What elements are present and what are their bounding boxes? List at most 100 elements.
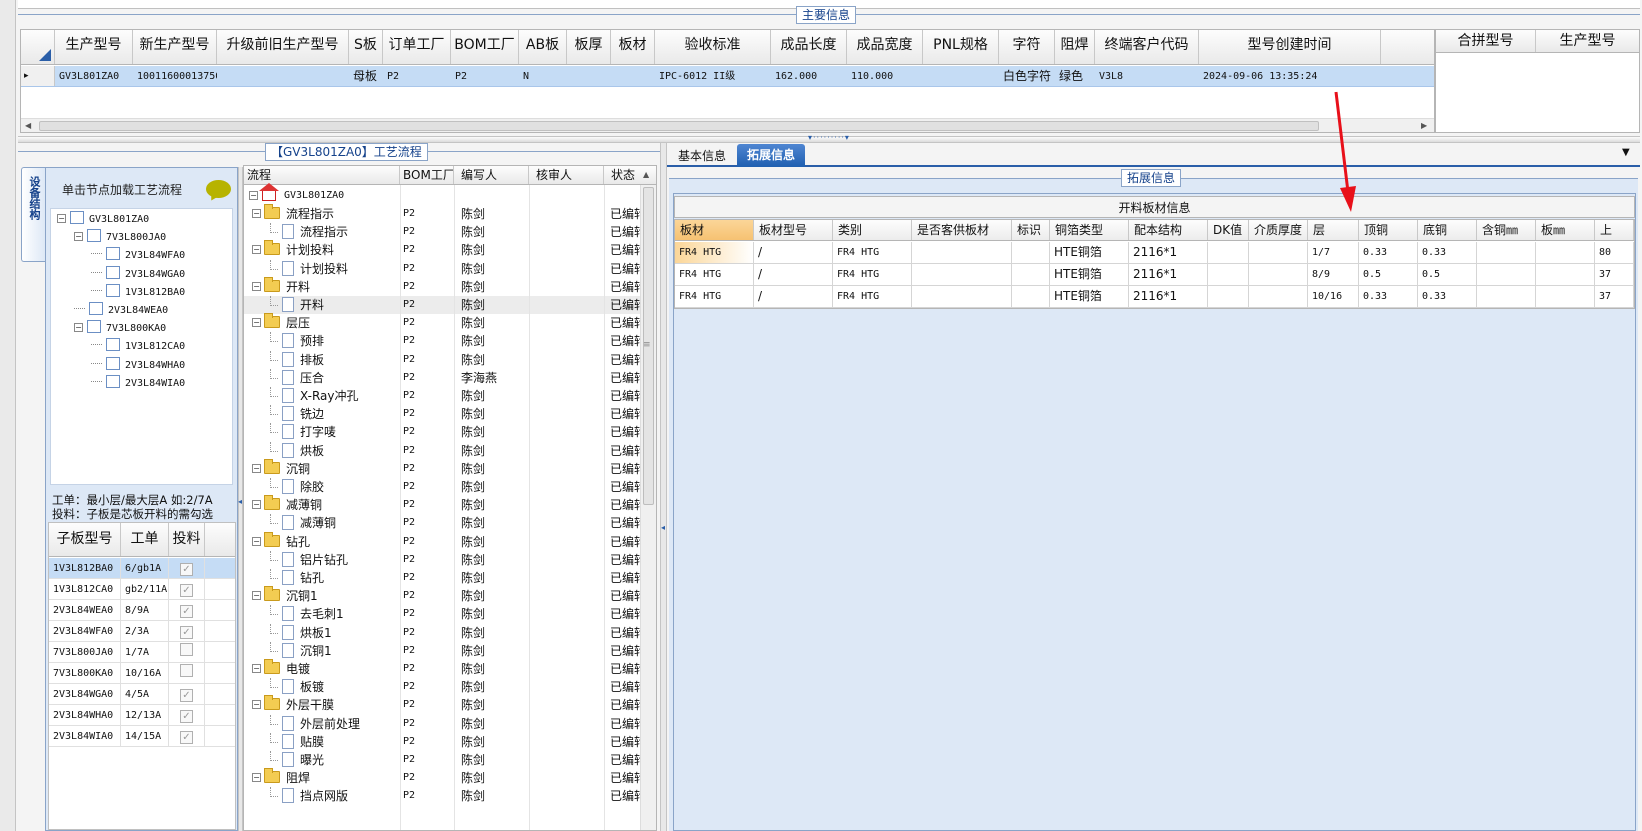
tab-dropdown-icon[interactable]: ▼ <box>1622 147 1630 158</box>
feed-checkbox[interactable] <box>180 643 193 656</box>
process-col-name[interactable]: 流程 <box>244 166 400 184</box>
merge-col-1[interactable]: 合拼型号 <box>1436 30 1536 52</box>
process-row[interactable]: 计划投料 P2 陈剑 已编转 <box>244 259 640 278</box>
structure-node[interactable]: − 7V3L800JA0 <box>74 227 166 246</box>
horizontal-splitter[interactable]: ▾·········▾ <box>18 133 1640 143</box>
structure-node[interactable]: − GV3L801ZA0 <box>57 209 149 228</box>
process-row[interactable]: 压合 P2 李海燕 已编转 <box>244 368 640 387</box>
hscroll-thumb[interactable] <box>39 121 1319 131</box>
feed-checkbox[interactable]: ✓ <box>180 689 193 702</box>
feed-checkbox[interactable]: ✓ <box>180 563 193 576</box>
tab-extended-info[interactable]: 拓展信息 <box>737 144 805 167</box>
feed-checkbox[interactable]: ✓ <box>180 731 193 744</box>
process-row[interactable]: − 流程指示 P2 陈剑 已编转 <box>244 204 640 223</box>
process-row[interactable]: − 开料 P2 陈剑 已编转 <box>244 276 640 296</box>
process-row[interactable]: − 计划投料 P2 陈剑 已编转 <box>244 240 640 259</box>
structure-node[interactable]: 1V3L812CA0 <box>91 336 185 355</box>
material-col-header[interactable]: 板㎜ <box>1536 220 1595 240</box>
folder-expander-icon[interactable]: − <box>252 318 261 328</box>
process-vscrollbar[interactable]: ≡ <box>640 185 656 830</box>
tab-basic-info[interactable]: 基本信息 <box>671 146 733 166</box>
main-col-header[interactable]: 新生产型号 <box>133 30 217 64</box>
material-col-header[interactable]: 底铜 <box>1418 220 1477 240</box>
process-col-writer[interactable]: 编写人 <box>454 166 529 184</box>
main-col-header[interactable]: 生产型号 <box>55 30 133 64</box>
feed-checkbox[interactable]: ✓ <box>180 584 193 597</box>
material-col-header[interactable]: 板材型号 <box>754 220 833 240</box>
main-col-header[interactable]: PNL规格 <box>923 30 999 64</box>
main-col-header[interactable]: 字符 <box>999 30 1055 64</box>
feed-checkbox[interactable] <box>180 664 193 677</box>
main-col-header[interactable]: 板材 <box>611 30 655 64</box>
material-col-header[interactable]: 上 <box>1595 220 1634 240</box>
process-row[interactable]: 曝光 P2 陈剑 已编转 <box>244 751 640 769</box>
structure-node[interactable]: 2V3L84WHA0 <box>91 355 185 374</box>
folder-expander-icon[interactable]: − <box>252 500 261 510</box>
subboard-row[interactable]: 2V3L84WGA0 4/5A ✓ <box>49 684 235 705</box>
process-row[interactable]: 外层前处理 P2 陈剑 已编转 <box>244 714 640 733</box>
process-row[interactable]: − 减薄铜 P2 陈剑 已编转 <box>244 495 640 514</box>
material-col-header[interactable]: 标识 <box>1012 220 1050 240</box>
subboard-row[interactable]: 2V3L84WEA0 8/9A ✓ <box>49 600 235 621</box>
scroll-up-icon[interactable]: ▲ <box>643 170 649 179</box>
process-row[interactable]: 减薄铜 P2 陈剑 已编转 <box>244 514 640 532</box>
main-grid-row[interactable]: ▸ GV3L801ZA0 10011600013750 母板 P2 P2 N IPC-601… <box>21 66 1434 87</box>
process-row[interactable]: 烘板 P2 陈剑 已编转 <box>244 441 640 460</box>
process-col-reviewer[interactable]: 核审人 <box>529 166 604 184</box>
process-row[interactable]: 钻孔 P2 陈剑 已编转 <box>244 569 640 587</box>
expander-icon[interactable]: − <box>57 214 66 223</box>
material-row[interactable]: FR4 HTG / FR4 HTG HTE铜箔 2116*1 1/7 0.33 0.33 80 <box>675 242 1634 264</box>
material-col-header[interactable]: 层 <box>1308 220 1359 240</box>
main-col-header[interactable]: 型号创建时间 <box>1199 30 1381 64</box>
mid-splitter[interactable]: ◂ <box>660 143 667 831</box>
folder-expander-icon[interactable]: − <box>252 664 261 673</box>
scroll-right-icon[interactable]: ▶ <box>1421 121 1427 130</box>
main-col-header[interactable]: 订单工厂 <box>383 30 451 64</box>
process-row[interactable]: 烘板1 P2 陈剑 已编转 <box>244 623 640 642</box>
subboard-row[interactable]: 7V3L800JA0 1/7A <box>49 642 235 663</box>
expander-icon[interactable]: − <box>74 232 83 242</box>
main-col-header[interactable]: 阻焊 <box>1055 30 1095 64</box>
subboard-row[interactable]: 2V3L84WIA0 14/15A ✓ <box>49 726 235 747</box>
main-col-header[interactable]: 升级前旧生产型号 <box>217 30 349 64</box>
feed-checkbox[interactable]: ✓ <box>180 626 193 639</box>
process-row[interactable]: X-Ray冲孔 P2 陈剑 已编转 <box>244 387 640 405</box>
main-col-header[interactable]: S板 <box>349 30 383 64</box>
folder-expander-icon[interactable]: − <box>252 245 261 255</box>
main-col-header[interactable]: 板厚 <box>567 30 611 64</box>
main-col-header[interactable]: AB板 <box>519 30 567 64</box>
structure-node[interactable]: 2V3L84WIA0 <box>91 373 185 392</box>
subboard-col-order[interactable]: 工单 <box>121 523 169 556</box>
merge-col-2[interactable]: 生产型号 <box>1536 30 1639 52</box>
material-col-header[interactable]: 介质厚度 <box>1249 220 1308 240</box>
folder-expander-icon[interactable]: − <box>252 591 261 601</box>
main-col-header[interactable]: 终端客户代码 <box>1095 30 1199 64</box>
process-row[interactable]: 贴膜 P2 陈剑 已编转 <box>244 732 640 751</box>
process-root-row[interactable]: − GV3L801ZA0 <box>244 183 640 205</box>
material-col-header[interactable]: 顶铜 <box>1359 220 1418 240</box>
material-col-header[interactable]: 板材 <box>675 220 754 240</box>
subboard-row[interactable]: 1V3L812BA0 6/gb1A ✓ <box>49 558 235 579</box>
root-expander-icon[interactable]: − <box>249 186 258 205</box>
main-col-header[interactable]: 成品长度 <box>771 30 847 64</box>
folder-expander-icon[interactable]: − <box>252 281 261 291</box>
material-col-header[interactable]: DK值 <box>1208 220 1249 240</box>
folder-expander-icon[interactable]: − <box>252 700 261 710</box>
process-row[interactable]: 排板 P2 陈剑 已编转 <box>244 350 640 369</box>
process-col-bom[interactable]: BOM工厂 <box>400 166 454 184</box>
process-row[interactable]: 开料 P2 陈剑 已编转 <box>244 296 640 314</box>
subboard-row[interactable]: 2V3L84WFA0 2/3A ✓ <box>49 621 235 642</box>
process-row[interactable]: 打字唛 P2 陈剑 已编转 <box>244 423 640 441</box>
process-row[interactable]: 沉铜1 P2 陈剑 已编转 <box>244 641 640 660</box>
main-col-header[interactable]: 验收标准 <box>655 30 771 64</box>
device-structure-tab[interactable]: 设备结构 <box>21 167 45 262</box>
process-row[interactable]: − 层压 P2 陈剑 已编转 <box>244 313 640 332</box>
process-row[interactable]: 除胶 P2 陈剑 已编转 <box>244 478 640 496</box>
subboard-row[interactable]: 1V3L812CA0 gb2/11A ✓ <box>49 579 235 600</box>
material-col-header[interactable]: 类别 <box>833 220 912 240</box>
process-row[interactable]: − 阻焊 P2 陈剑 已编转 <box>244 768 640 787</box>
process-col-status[interactable]: 状态 <box>604 166 640 184</box>
material-col-header[interactable]: 铜箔类型 <box>1050 220 1129 240</box>
process-row[interactable]: − 沉铜 P2 陈剑 已编转 <box>244 458 640 478</box>
material-col-header[interactable]: 是否客供板材 <box>912 220 1012 240</box>
